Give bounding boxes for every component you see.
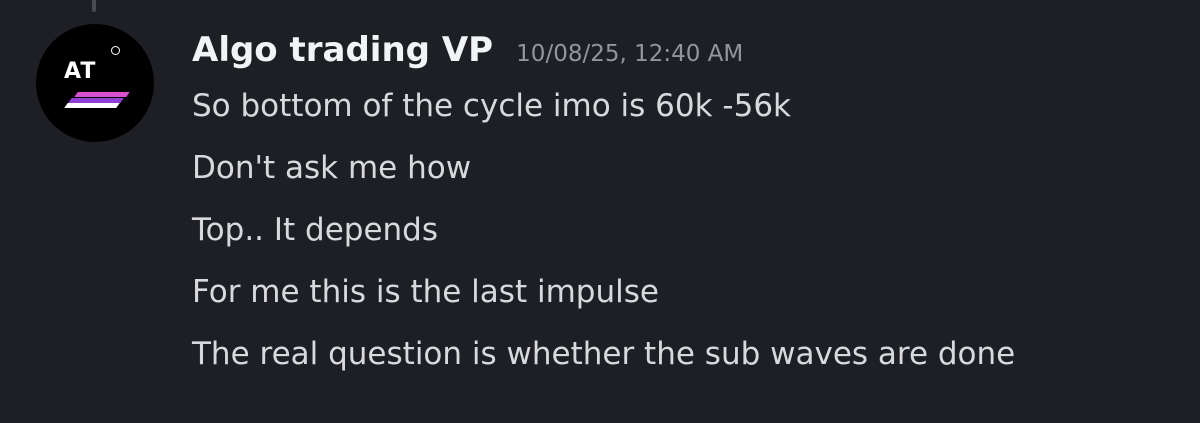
message-header: Algo trading VP 10/08/25, 12:40 AM <box>192 30 743 78</box>
message-timestamp[interactable]: 10/08/25, 12:40 AM <box>516 41 743 67</box>
registered-mark-icon <box>111 46 120 55</box>
avatar-stripe <box>74 92 130 97</box>
author-name[interactable]: Algo trading VP <box>192 30 493 70</box>
author-avatar[interactable]: AT <box>36 24 154 142</box>
message-line: For me this is the last impulse <box>192 274 659 310</box>
chat-message: AT Algo trading VP 10/08/25, 12:40 AM So… <box>0 0 1200 423</box>
avatar-stripe <box>64 103 120 108</box>
message-line: Top.. It depends <box>192 212 439 248</box>
message-line: The real question is whether the sub wav… <box>192 336 1016 372</box>
avatar-logo-text: AT <box>64 59 97 84</box>
message-line: Don't ask me how <box>192 150 472 186</box>
message-line: So bottom of the cycle imo is 60k -56k <box>192 88 791 124</box>
message-body: So bottom of the cycle imo is 60k -56k D… <box>192 86 1182 396</box>
